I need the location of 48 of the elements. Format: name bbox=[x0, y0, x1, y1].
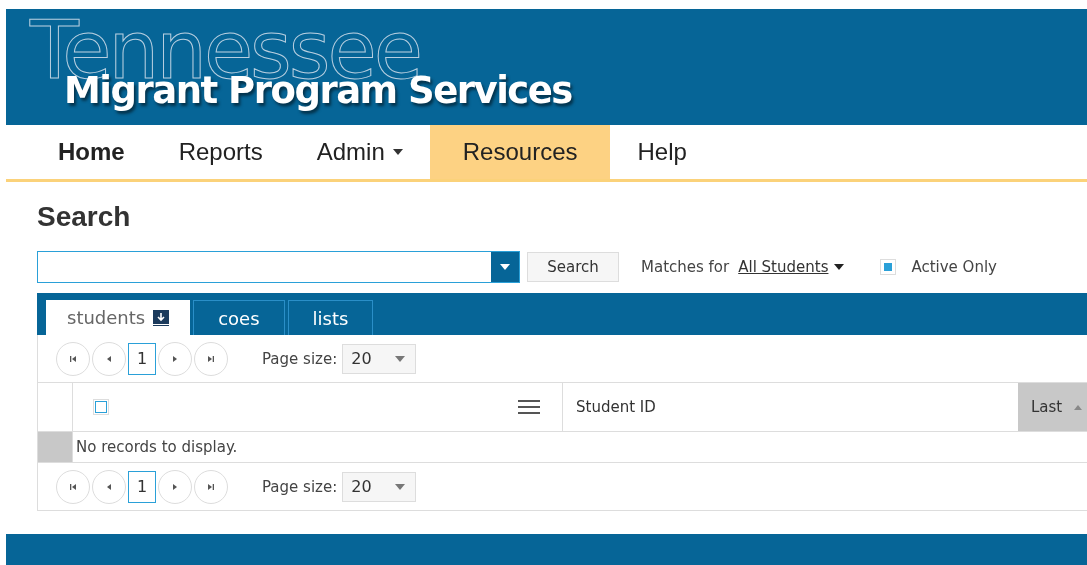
page-number[interactable]: 1 bbox=[128, 470, 156, 503]
caret-icon bbox=[392, 149, 403, 155]
previous-page-icon bbox=[105, 354, 113, 363]
page-number[interactable]: 1 bbox=[128, 342, 156, 375]
empty-message: No records to display. bbox=[75, 437, 238, 458]
menu-icon[interactable] bbox=[518, 399, 540, 415]
first-page-button[interactable] bbox=[56, 469, 90, 504]
nav-item[interactable]: Reports bbox=[151, 125, 290, 179]
next-page-button[interactable] bbox=[158, 469, 192, 504]
next-page-icon bbox=[171, 482, 179, 491]
page-size-label: Page size: bbox=[262, 477, 338, 496]
page-title: Search bbox=[37, 201, 132, 233]
nav-item[interactable]: Admin bbox=[289, 125, 430, 179]
page-size-select[interactable]: 20 bbox=[342, 343, 417, 374]
column-header[interactable]: Last bbox=[1018, 383, 1087, 431]
page-size-select[interactable]: 20 bbox=[342, 471, 417, 502]
previous-page-button[interactable] bbox=[92, 469, 126, 504]
search-button[interactable]: Search bbox=[527, 252, 619, 282]
caret-icon bbox=[395, 483, 406, 490]
first-page-button[interactable] bbox=[56, 341, 90, 376]
caret-icon bbox=[500, 264, 510, 270]
caret-icon bbox=[834, 264, 845, 270]
page-size-label: Page size: bbox=[262, 349, 338, 368]
sort-ascending-icon bbox=[1074, 404, 1083, 410]
dropdown-button[interactable] bbox=[491, 252, 519, 282]
next-page-button[interactable] bbox=[158, 341, 192, 376]
nav-item[interactable]: Home bbox=[31, 125, 152, 179]
previous-page-button[interactable] bbox=[92, 341, 126, 376]
tab[interactable]: lists bbox=[287, 300, 374, 335]
nav-item[interactable]: Help bbox=[610, 125, 714, 179]
select-all-checkbox[interactable] bbox=[93, 399, 109, 415]
last-page-icon bbox=[207, 354, 215, 363]
first-page-icon bbox=[69, 354, 77, 363]
last-page-button[interactable] bbox=[194, 341, 228, 376]
search-combobox[interactable] bbox=[37, 251, 520, 283]
active-only-label: Active Only bbox=[911, 258, 997, 276]
last-page-icon bbox=[207, 482, 215, 491]
last-page-button[interactable] bbox=[194, 469, 228, 504]
matches-link[interactable]: All Students bbox=[738, 258, 829, 276]
nav-item[interactable]: Resources bbox=[429, 125, 611, 179]
next-page-icon bbox=[171, 354, 179, 363]
matches-label: Matches for bbox=[641, 258, 730, 276]
tab[interactable]: students bbox=[46, 300, 191, 335]
first-page-icon bbox=[69, 482, 77, 491]
previous-page-icon bbox=[105, 482, 113, 491]
tab[interactable]: coes bbox=[193, 300, 285, 335]
caret-icon bbox=[395, 355, 406, 362]
active-only-checkbox[interactable] bbox=[880, 259, 897, 275]
